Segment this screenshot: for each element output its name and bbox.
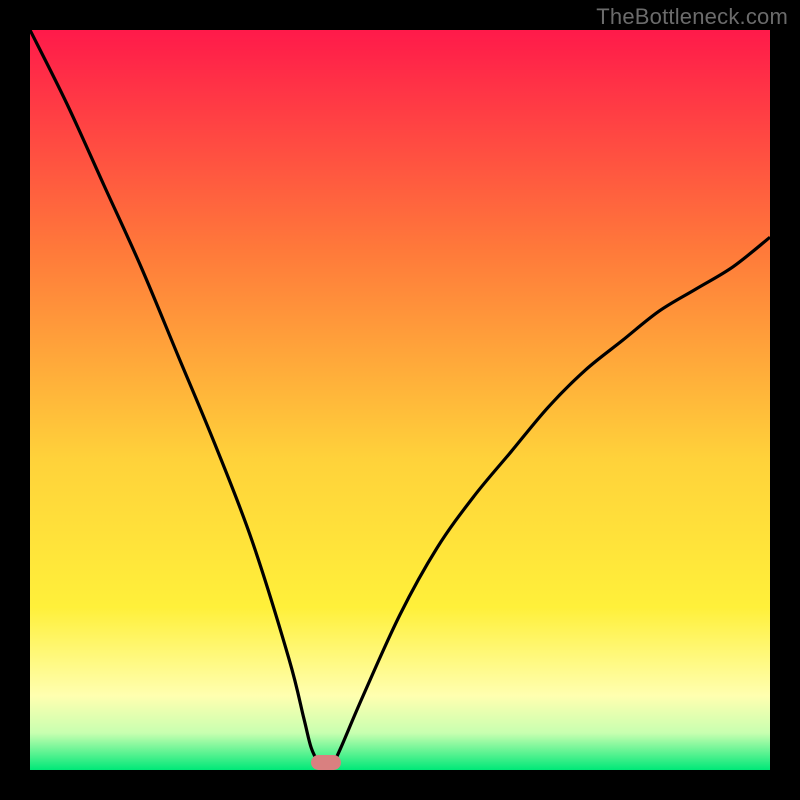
- chart-frame: TheBottleneck.com: [0, 0, 800, 800]
- bottleneck-curve: [30, 30, 770, 770]
- minimum-marker: [311, 755, 341, 770]
- plot-area: [30, 30, 770, 770]
- watermark-text: TheBottleneck.com: [596, 4, 788, 30]
